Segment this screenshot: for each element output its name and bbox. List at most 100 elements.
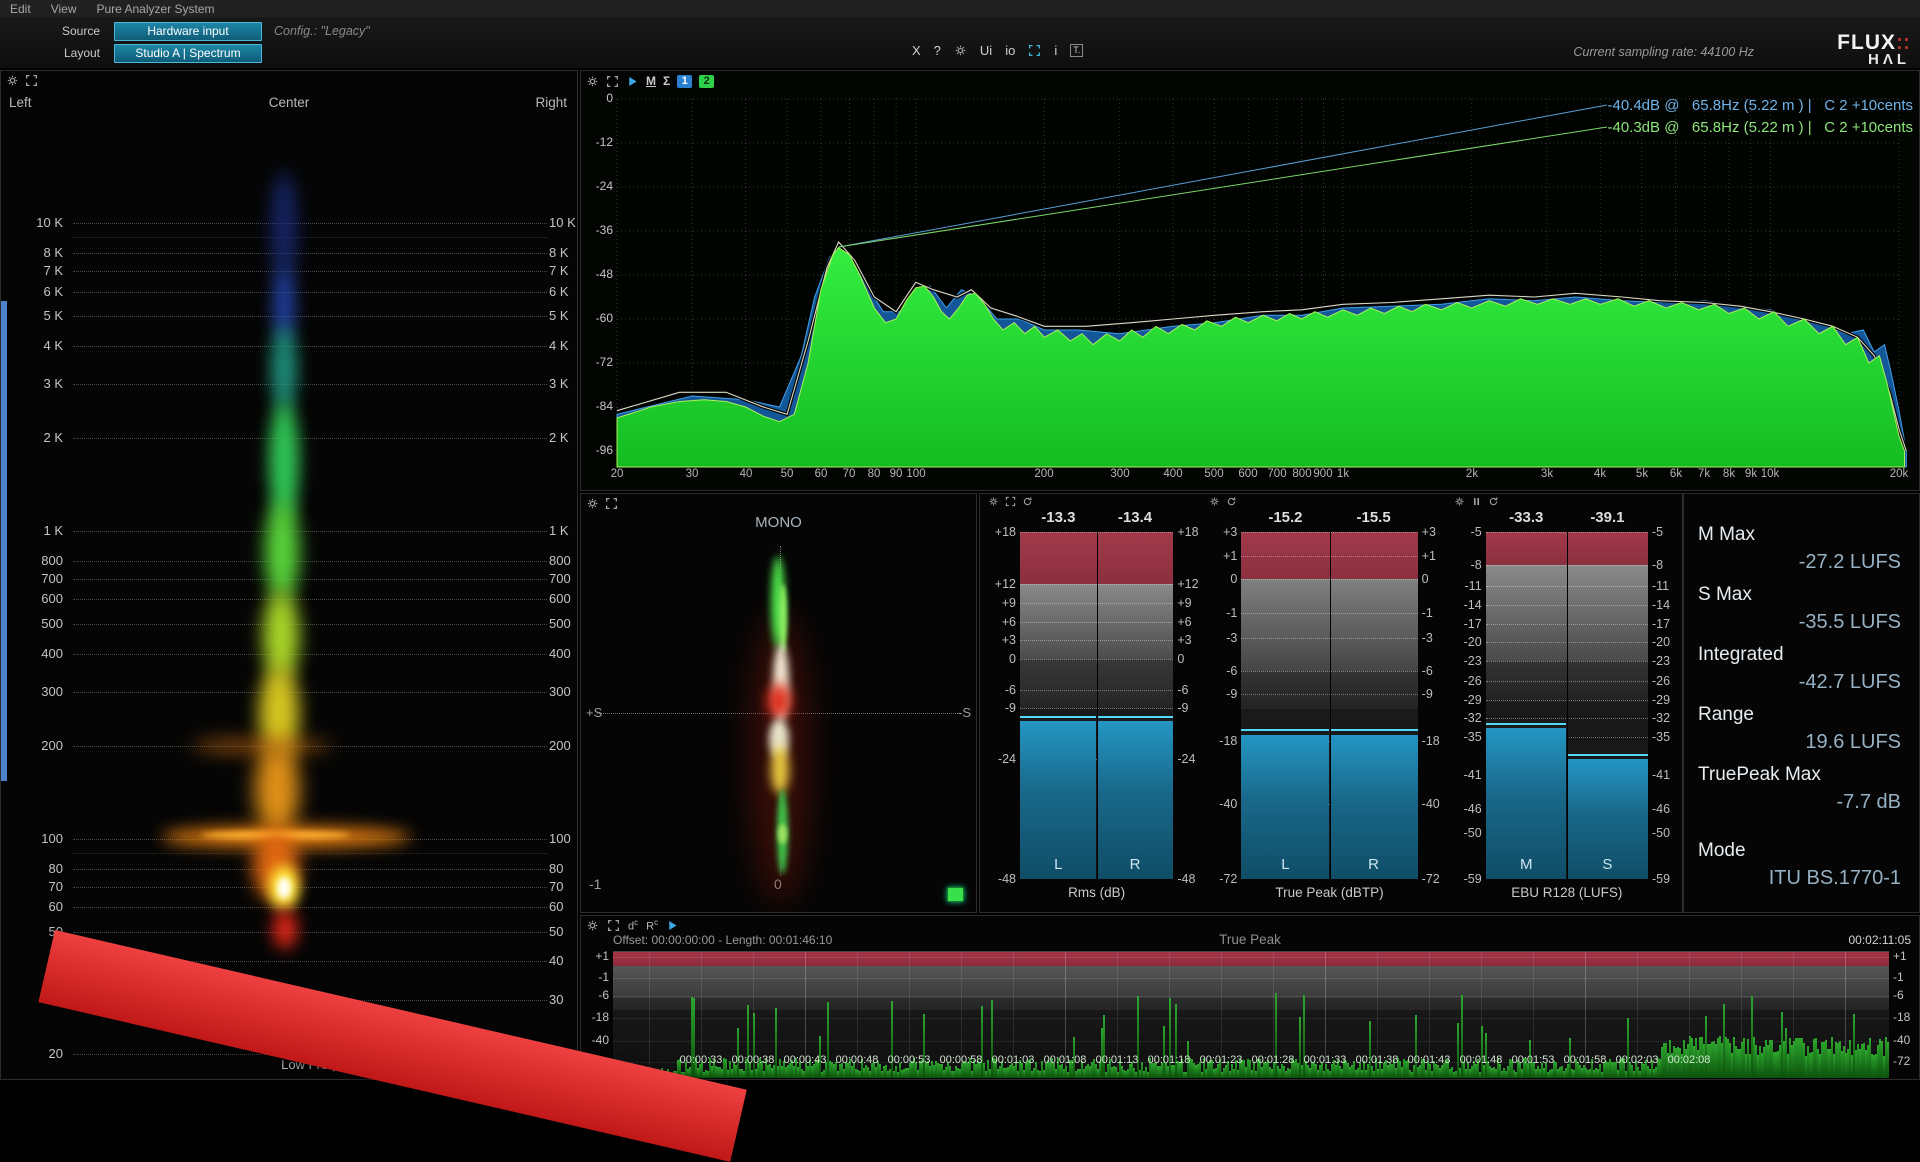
gear-icon[interactable] bbox=[1454, 496, 1465, 507]
source-select-button[interactable]: Hardware input bbox=[114, 22, 262, 41]
freq-tick-label: 2k bbox=[1454, 468, 1490, 480]
expand-icon[interactable] bbox=[607, 919, 620, 932]
freq-label: 70 bbox=[549, 879, 563, 894]
expand-icon[interactable] bbox=[606, 75, 619, 88]
meter-scale-label: -40 bbox=[1207, 797, 1237, 811]
level-grid-line bbox=[613, 978, 1889, 979]
time-label: 00:00:43 bbox=[775, 1054, 835, 1066]
sum-mode-button[interactable]: Σ bbox=[663, 74, 670, 88]
freq-label: 800 bbox=[549, 553, 571, 568]
pause-icon[interactable] bbox=[1471, 496, 1482, 507]
timeline-toolbar: dc Rc bbox=[586, 918, 679, 933]
io-settings-icon[interactable]: io bbox=[1005, 43, 1015, 58]
meter-scale-label: -1 bbox=[1422, 606, 1452, 620]
meter-toolbar bbox=[1454, 496, 1499, 507]
refresh-icon[interactable] bbox=[1022, 496, 1033, 507]
time-label: 00:01:43 bbox=[1399, 1054, 1459, 1066]
help-icon[interactable]: ? bbox=[934, 43, 941, 58]
meter-value: -15.2 bbox=[1241, 509, 1329, 526]
meter-scale-label: -8 bbox=[1652, 558, 1682, 572]
channel-label: L bbox=[1054, 856, 1062, 873]
meter-peak-line bbox=[1486, 723, 1566, 725]
level-label: +1 bbox=[1893, 949, 1907, 963]
channel-label-center: Center bbox=[1, 95, 577, 110]
meter-scale-label: +9 bbox=[986, 596, 1016, 610]
menu-item-edit[interactable]: Edit bbox=[10, 2, 31, 16]
meter-toolbar bbox=[988, 496, 1033, 507]
meter-scale-label: +6 bbox=[986, 615, 1016, 629]
freq-tick-label: 4k bbox=[1582, 468, 1618, 480]
expand-icon[interactable] bbox=[605, 497, 618, 510]
meter-peak-line bbox=[1568, 754, 1648, 756]
freq-label: 200 bbox=[549, 738, 571, 753]
grid-line bbox=[73, 253, 547, 254]
slot-1-button[interactable]: 1 bbox=[677, 75, 692, 88]
close-icon[interactable]: X bbox=[912, 43, 921, 58]
meter-scale-right: +18+12+9+6+30-6-9-24-48 bbox=[1173, 532, 1207, 879]
meter-scale-label: -20 bbox=[1652, 635, 1682, 649]
meter-scale-label: -50 bbox=[1652, 826, 1682, 840]
grid-line bbox=[73, 438, 547, 439]
meter-scale-label: -6 bbox=[1177, 683, 1207, 697]
freq-tick-label: 5k bbox=[1624, 468, 1660, 480]
level-grid-line bbox=[613, 1041, 1889, 1042]
refresh-icon[interactable] bbox=[1488, 496, 1499, 507]
menu-item-view[interactable]: View bbox=[51, 2, 77, 16]
meter-scale-label: -41 bbox=[1652, 768, 1682, 782]
grid-line bbox=[73, 316, 547, 317]
channel-label: M bbox=[1520, 856, 1533, 873]
d-clear-button[interactable]: dc bbox=[628, 918, 638, 933]
freq-tick-label: 1k bbox=[1325, 468, 1361, 480]
meter-scale-label: -48 bbox=[1177, 872, 1207, 886]
expand-icon[interactable] bbox=[25, 74, 38, 87]
m-mode-button[interactable]: M bbox=[646, 74, 656, 88]
truepeak-max-value: -7.7 dB bbox=[1698, 791, 1911, 814]
freq-label: 4 K bbox=[1, 338, 63, 353]
meters-panel: -13.3 -13.4 +18+12+9+6+30-6-9-24-48 LR +… bbox=[979, 493, 1683, 913]
refresh-icon[interactable] bbox=[1226, 496, 1237, 507]
gear-icon[interactable] bbox=[586, 75, 599, 88]
r-clear-button[interactable]: Rc bbox=[646, 918, 658, 933]
slot-2-button[interactable]: 2 bbox=[699, 75, 714, 88]
db-tick-label: -48 bbox=[583, 267, 613, 281]
gear-icon[interactable] bbox=[586, 919, 599, 932]
meter-scale-label: -35 bbox=[1652, 730, 1682, 744]
meter-values: -13.3 -13.4 bbox=[1020, 509, 1173, 526]
meter-scale-label: -9 bbox=[1207, 687, 1237, 701]
fullscreen-icon[interactable] bbox=[1028, 44, 1041, 57]
menu-item-pure-analyzer-system[interactable]: Pure Analyzer System bbox=[96, 2, 214, 16]
gear-icon[interactable] bbox=[6, 74, 19, 87]
play-icon[interactable] bbox=[666, 919, 679, 932]
time-label: 00:01:58 bbox=[1555, 1054, 1615, 1066]
play-icon[interactable] bbox=[626, 75, 639, 88]
timeline-plot[interactable]: 00:00:3300:00:3800:00:4300:00:4800:00:53… bbox=[613, 951, 1889, 1078]
freq-tick-label: 20k bbox=[1881, 468, 1917, 480]
loudness-stats-panel: M Max -27.2 LUFS S Max -35.5 LUFS Integr… bbox=[1683, 493, 1920, 913]
expand-icon[interactable] bbox=[1005, 496, 1016, 507]
timeline-end-time: 00:02:11:05 bbox=[1848, 933, 1911, 947]
meter-scale-label: -40 bbox=[1422, 797, 1452, 811]
freq-tick-label: 400 bbox=[1155, 468, 1191, 480]
gear-icon[interactable] bbox=[988, 496, 999, 507]
freq-tick-label: 300 bbox=[1102, 468, 1138, 480]
freq-label: 200 bbox=[1, 738, 63, 753]
gear-icon[interactable] bbox=[1209, 496, 1220, 507]
vectorscope-hold-button[interactable] bbox=[947, 887, 964, 902]
meter-scale-label: 0 bbox=[1207, 572, 1237, 586]
meter-scale-label: -6 bbox=[1422, 664, 1452, 678]
gear-icon[interactable] bbox=[954, 44, 967, 57]
title-box-icon[interactable]: T. bbox=[1070, 44, 1083, 57]
freq-label: 1 K bbox=[549, 523, 569, 538]
grid-line bbox=[73, 579, 547, 580]
freq-label: 60 bbox=[549, 899, 563, 914]
gear-icon[interactable] bbox=[586, 497, 599, 510]
freq-label: 80 bbox=[549, 861, 563, 876]
db-tick-label: -36 bbox=[583, 223, 613, 237]
ui-settings-icon[interactable]: Ui bbox=[980, 43, 992, 58]
level-label: -1 bbox=[583, 970, 609, 984]
time-label: 00:01:53 bbox=[1503, 1054, 1563, 1066]
layout-select-button[interactable]: Studio A | Spectrum bbox=[114, 44, 262, 63]
level-label: -18 bbox=[1893, 1010, 1910, 1024]
info-icon[interactable]: i bbox=[1054, 43, 1057, 58]
meter-scale-label: +18 bbox=[1177, 525, 1207, 539]
